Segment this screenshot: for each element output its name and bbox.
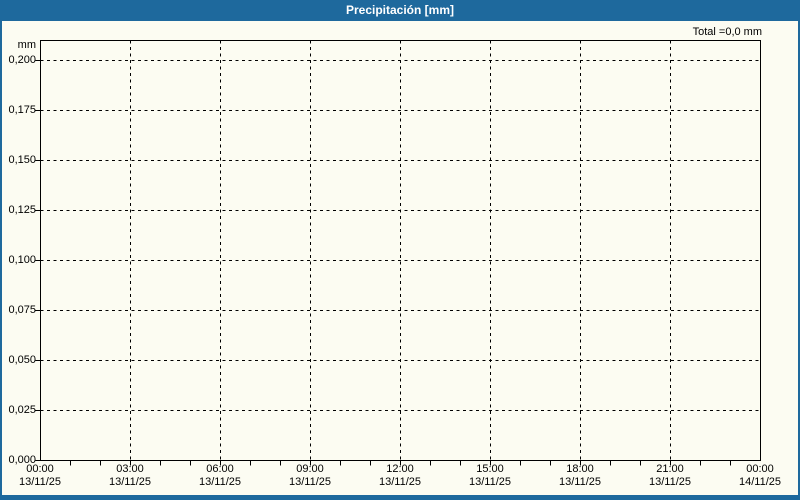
chart-content-panel	[2, 21, 798, 495]
chart-title-bar: Precipitación [mm]	[0, 0, 800, 21]
chart-title: Precipitación [mm]	[345, 3, 455, 17]
chart-window: { "header": { "title": "Precipitación [m…	[0, 0, 800, 500]
